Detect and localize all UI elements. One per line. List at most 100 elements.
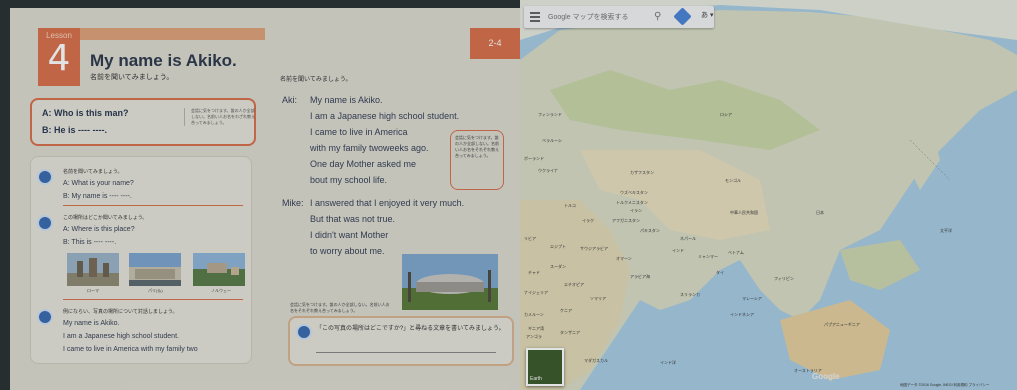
map-label: リビア [524, 236, 536, 241]
dialogue-line: with my family twoweeks ago. [310, 143, 429, 153]
dialogue-line: bout my school life. [310, 175, 388, 185]
map-label: 日本 [816, 210, 824, 215]
map-label: ウクライナ [538, 168, 558, 173]
map-attribution[interactable]: 地図データ ©2016 Google, INEGI 利用規約 プライバシー [900, 383, 989, 388]
map-label: マレーシア [742, 296, 762, 301]
map-label: オマーン [616, 256, 632, 261]
world-map[interactable]: ロシア フィンランド ポーランド ウクライナ カザフスタン モンゴル トルコ イ… [520, 0, 1017, 390]
writing-prompt: 「この写真の場所はどこですか?」と尋ねる文章を書いてみましょう。 [316, 326, 505, 332]
map-label: イラク [582, 218, 594, 223]
speaker-label: Aki: [282, 95, 298, 105]
side-note: 会話に気をつけます。誰の人か全部しない。名前い人お名をそれぞれ教え合ってみましょ… [450, 130, 504, 190]
map-label: 太平洋 [940, 228, 952, 233]
map-label: ベトナム [728, 250, 744, 255]
map-label: ウズベキスタン [620, 190, 648, 195]
map-label: ロシア [720, 112, 732, 117]
exercise-2-line: A: Where is this place? [63, 226, 135, 233]
map-label: エチオピア [564, 282, 584, 287]
photo-caption: ノルウェー [211, 288, 231, 293]
bottom-note: 会話に気をつけます。誰の人か全部しない。名前い人お名をそれぞれ教え合ってみましょ… [290, 302, 390, 313]
divider [63, 205, 243, 206]
norway-photo [193, 253, 245, 286]
map-label: カメルーン [524, 312, 544, 317]
lesson-subtitle: 名前を聞いてみましょう。 [90, 74, 174, 81]
map-label: ソマリア [590, 296, 606, 301]
hamburger-menu-icon[interactable] [530, 12, 540, 22]
map-label: チャド [528, 270, 540, 275]
lesson-number: 4 [47, 38, 71, 79]
exercise-icon [37, 309, 53, 325]
map-label: タンザニア [560, 330, 580, 335]
writing-line[interactable] [316, 352, 496, 353]
map-label: ネパール [680, 236, 696, 241]
map-label: アフガニスタン [612, 218, 640, 223]
search-icon[interactable]: ⚲ [654, 11, 661, 22]
lesson-badge: Lesson 4 [38, 28, 80, 86]
writing-box: 「この写真の場所はどこですか?」と尋ねる文章を書いてみましょう。 [288, 316, 514, 366]
map-label: サウジアラビア [580, 246, 608, 251]
screen: Lesson 4 My name is Akiko. 名前を聞いてみましょう。 … [0, 0, 1017, 390]
exercise-1-line: A: What is your name? [63, 180, 134, 187]
map-search-bar: ⚲ あ ▾ [524, 6, 714, 28]
map-label: トルクメニスタン [616, 200, 648, 205]
map-label: カザフスタン [630, 170, 654, 175]
map-label: ポーランド [524, 156, 544, 161]
earth-label: Earth [530, 376, 542, 382]
rome-photo [67, 253, 119, 286]
map-label: フィンランド [538, 112, 562, 117]
directions-icon[interactable] [673, 7, 692, 26]
input-language-button[interactable]: あ ▾ [701, 10, 713, 20]
dialogue-line: I am a Japanese high school student. [310, 111, 460, 121]
google-logo: Google [812, 372, 840, 381]
map-label: ギニア湾 [528, 326, 544, 331]
dialogue-line: I answered that I enjoyed it very much. [310, 198, 465, 208]
dialogue-line: But that was not true. [310, 214, 396, 224]
paris-photo [129, 253, 181, 286]
map-label: フィリピン [774, 276, 794, 281]
exercise-2-line: B: This is ---- ----. [63, 239, 117, 246]
lesson-title: My name is Akiko. [90, 51, 237, 70]
map-label: 中華人民共和国 [730, 210, 758, 215]
key-dialogue-box: A: Who is this man? B: He is ---- ----. … [30, 98, 256, 146]
dialogue-line: My name is Akiko. [310, 95, 383, 105]
stadium-photo [402, 254, 498, 310]
map-label: アンゴラ [526, 334, 542, 339]
map-search-input[interactable] [548, 10, 648, 24]
key-note: 会話に気をつけます。誰の人か全部しない。名前い人お名をわざれ教え合ってみましょう… [184, 108, 255, 126]
dialogue-line: to worry about me. [310, 246, 385, 256]
map-label: アラビア海 [630, 274, 650, 279]
exercise-1-title: 名前を聞いてみましょう。 [63, 169, 123, 175]
photo-caption: ローマ [87, 288, 99, 293]
dialogue-line: I came to live in America [310, 127, 408, 137]
speaker-label: Mike: [282, 198, 304, 208]
map-label: インド [672, 248, 684, 253]
map-label: タイ [716, 270, 724, 275]
map-label: ケニア [560, 308, 572, 313]
map-label: スリランカ [680, 292, 700, 297]
key-line-1: A: Who is this man? [42, 108, 129, 118]
map-label: ナイジェリア [524, 290, 548, 295]
map-label: トルコ [564, 203, 576, 208]
map-label: インドネシア [730, 312, 754, 317]
map-label: ベラルーシ [542, 138, 562, 143]
map-label: パキスタン [640, 228, 660, 233]
map-label: パプアニューギニア [824, 322, 860, 327]
exercise-icon [296, 324, 312, 340]
exercise-2-title: この場所はどこか聞いてみましょう。 [63, 215, 148, 221]
exercise-3-line: My name is Akiko. [63, 320, 120, 327]
exercise-3-line: I came to live in America with my family… [63, 346, 198, 353]
page2-heading: 名前を聞いてみましょう。 [280, 77, 352, 83]
map-label: エジプト [550, 244, 566, 249]
map-label: ミャンマー [698, 254, 718, 259]
map-label: インド洋 [660, 360, 676, 365]
textbook-page: Lesson 4 My name is Akiko. 名前を聞いてみましょう。 … [10, 8, 520, 390]
exercise-icon [37, 169, 53, 185]
divider [63, 299, 243, 300]
exercise-icon [37, 215, 53, 231]
earth-view-button[interactable]: Earth [526, 348, 564, 386]
map-canvas[interactable] [520, 0, 1017, 390]
map-label: スーダン [550, 264, 566, 269]
dialogue-line: I didn't want Mother [310, 230, 389, 240]
exercise-box: 名前を聞いてみましょう。 A: What is your name? B: My… [30, 156, 252, 364]
map-label: モンゴル [725, 178, 741, 183]
